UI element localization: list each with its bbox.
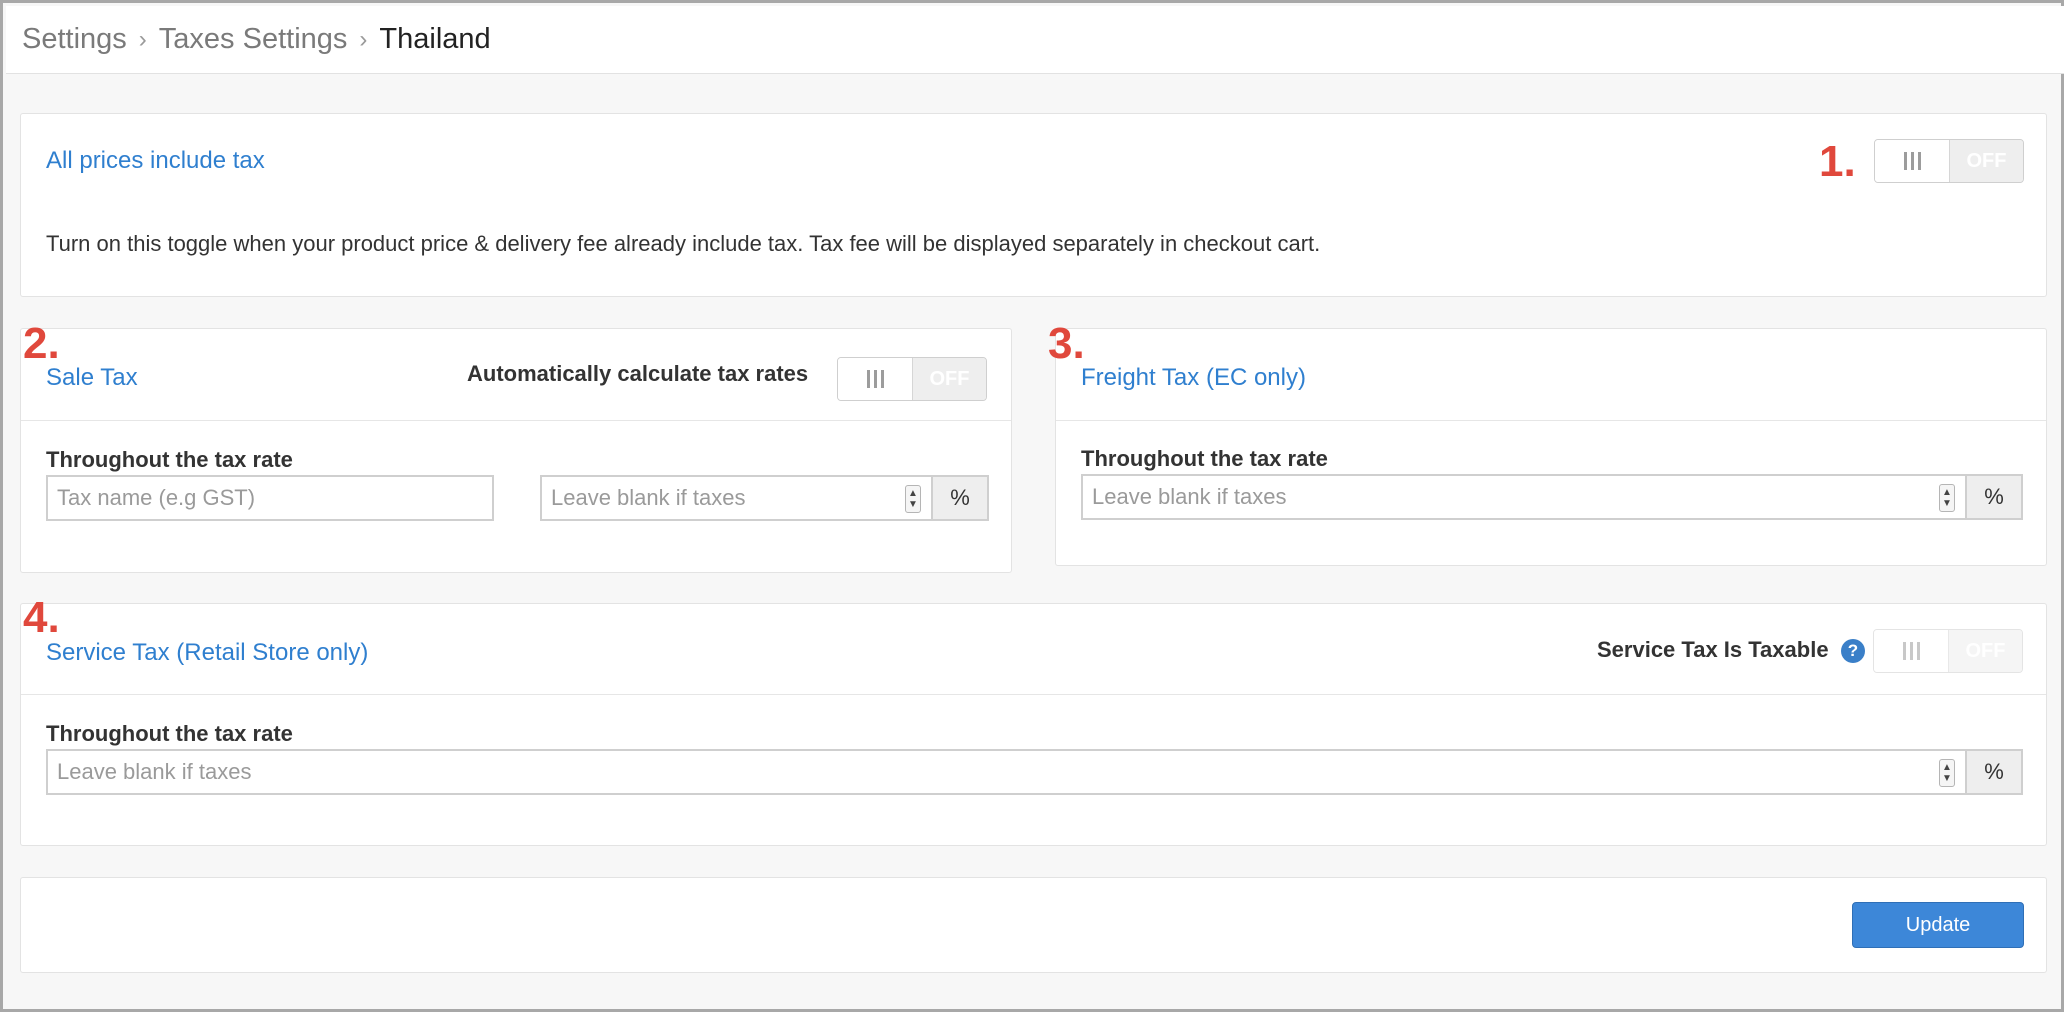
toggle-state: OFF [1950,140,2023,182]
spinner-up-icon[interactable]: ▲ [1942,762,1952,773]
service-tax-rate-label: Throughout the tax rate [46,721,293,746]
freight-tax-rate-group: Leave blank if taxes ▲ ▼ % [1081,474,2023,520]
service-tax-rate-input[interactable]: Leave blank if taxes ▲ ▼ [46,749,1965,795]
sale-tax-rate-input[interactable]: Leave blank if taxes ▲ ▼ [540,475,931,521]
service-tax-rate-group: Leave blank if taxes ▲ ▼ % [46,749,2023,795]
panel-divider [21,420,1011,421]
breadcrumb-current: Thailand [379,23,491,55]
auto-calculate-label: Automatically calculate tax rates [467,361,809,386]
marker-2: 2. [23,319,60,368]
sale-tax-rate-label: Throughout the tax rate [46,447,293,472]
marker-4: 4. [23,593,60,642]
toggle-handle [838,358,913,400]
tax-name-input[interactable] [46,475,494,521]
breadcrumb-settings[interactable]: Settings [22,23,127,56]
chevron-right-icon: › [138,25,147,53]
breadcrumb: Settings › Taxes Settings › Thailand [6,6,2064,74]
update-button[interactable]: Update [1852,902,2024,948]
sale-tax-rate-group: Leave blank if taxes ▲ ▼ % [540,475,989,521]
chevron-right-icon: › [359,25,368,53]
freight-tax-rate-label: Throughout the tax rate [1081,446,1328,471]
marker-3: 3. [1048,319,1085,368]
spinner-down-icon[interactable]: ▼ [1942,773,1952,784]
toggle-state: OFF [913,358,986,400]
spinner-down-icon[interactable]: ▼ [1942,498,1952,509]
toggle-handle [1875,140,1950,182]
percent-addon: % [1965,474,2023,520]
spinner-up-icon[interactable]: ▲ [908,488,918,499]
number-spinner[interactable]: ▲ ▼ [1939,484,1955,512]
toggle-state: OFF [1949,630,2022,672]
service-tax-panel: Service Tax (Retail Store only) Service … [20,603,2047,846]
sale-tax-title: Sale Tax [46,364,138,391]
breadcrumb-taxes-settings[interactable]: Taxes Settings [159,23,348,56]
all-prices-panel: All prices include tax Turn on this togg… [20,113,2047,297]
freight-tax-panel: Freight Tax (EC only) Throughout the tax… [1055,328,2047,566]
spinner-up-icon[interactable]: ▲ [1942,487,1952,498]
sale-tax-panel: Sale Tax Automatically calculate tax rat… [20,328,1012,573]
toggle-handle [1874,630,1949,672]
panel-divider [21,694,2046,695]
all-prices-title: All prices include tax [46,147,265,174]
auto-calculate-toggle[interactable]: OFF [837,357,987,401]
actions-panel: Update [20,877,2047,973]
service-tax-title: Service Tax (Retail Store only) [46,639,369,666]
freight-tax-title: Freight Tax (EC only) [1081,364,1306,391]
input-placeholder: Leave blank if taxes [57,759,252,784]
page-frame: Settings › Taxes Settings › Thailand All… [0,0,2064,1012]
service-tax-taxable-toggle[interactable]: OFF [1873,629,2023,673]
input-placeholder: Leave blank if taxes [1092,484,1287,509]
spinner-down-icon[interactable]: ▼ [908,499,918,510]
service-tax-taxable-label: Service Tax Is Taxable [1597,637,1829,662]
freight-tax-rate-input[interactable]: Leave blank if taxes ▲ ▼ [1081,474,1965,520]
percent-addon: % [931,475,989,521]
percent-addon: % [1965,749,2023,795]
number-spinner[interactable]: ▲ ▼ [1939,759,1955,787]
all-prices-toggle[interactable]: OFF [1874,139,2024,183]
input-placeholder: Leave blank if taxes [551,485,746,510]
all-prices-description: Turn on this toggle when your product pr… [46,231,1321,256]
marker-1: 1. [1819,137,1856,186]
help-icon[interactable]: ? [1841,639,1865,663]
number-spinner[interactable]: ▲ ▼ [905,485,921,513]
panel-divider [1056,420,2046,421]
